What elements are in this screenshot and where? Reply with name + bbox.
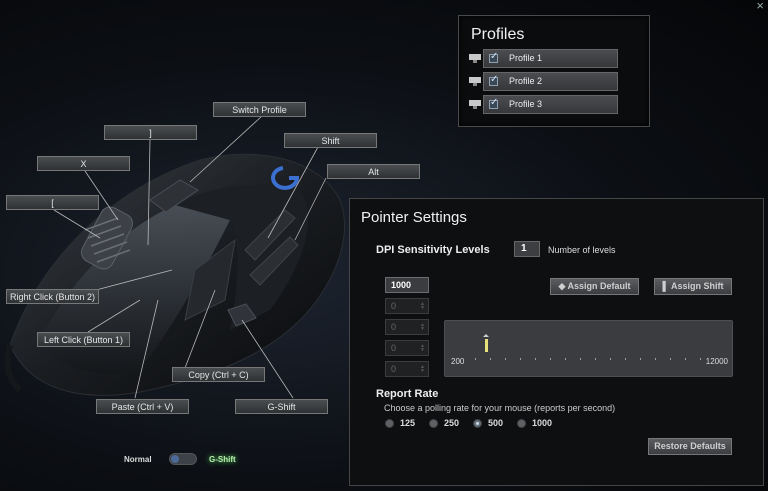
spinner-icon[interactable]: ▲ ▼ bbox=[420, 365, 425, 374]
monitor-icon bbox=[469, 100, 481, 109]
dpi-level-3-value: 0 bbox=[391, 322, 397, 332]
rate-label-500: 500 bbox=[488, 418, 504, 428]
callout-paste[interactable]: Paste (Ctrl + V) bbox=[96, 399, 189, 414]
callout-switch-profile[interactable]: Switch Profile bbox=[213, 102, 306, 117]
profile-checkbox-2[interactable] bbox=[489, 74, 498, 86]
callout-right-click[interactable]: Right Click (Button 2) bbox=[6, 289, 99, 304]
report-rate-description: Choose a polling rate for your mouse (re… bbox=[384, 403, 616, 413]
spinner-icon[interactable]: ▲ ▼ bbox=[420, 344, 425, 353]
monitor-icon bbox=[469, 54, 481, 63]
dpi-slider[interactable]: 200 12000 bbox=[444, 320, 733, 377]
levels-count-label: Number of levels bbox=[548, 245, 616, 255]
dpi-level-3-field[interactable]: 0 ▲ ▼ bbox=[385, 319, 429, 335]
dpi-slider-track bbox=[475, 334, 701, 360]
slider-min-label: 200 bbox=[451, 357, 465, 366]
dpi-level-1-field[interactable]: 1000 bbox=[385, 277, 429, 293]
radio-icon[interactable] bbox=[517, 419, 526, 428]
profile-item-2[interactable]: Profile 2 bbox=[483, 72, 618, 91]
dpi-level-2-value: 0 bbox=[391, 301, 397, 311]
profile-item-1[interactable]: Profile 1 bbox=[483, 49, 618, 68]
profile-item-3[interactable]: Profile 3 bbox=[483, 95, 618, 114]
dpi-marker-icon bbox=[483, 334, 489, 352]
report-rate-label: Report Rate bbox=[376, 388, 439, 400]
restore-defaults-button[interactable]: Restore Defaults bbox=[648, 438, 732, 455]
mode-toggle-switch[interactable] bbox=[169, 453, 197, 465]
rate-label-125: 125 bbox=[400, 418, 416, 428]
diamond-icon: ◆ bbox=[558, 281, 568, 291]
dpi-level-4-value: 0 bbox=[391, 343, 397, 353]
dpi-level-4-field[interactable]: 0 ▲ ▼ bbox=[385, 340, 429, 356]
callout-alt[interactable]: Alt bbox=[327, 164, 420, 179]
radio-icon[interactable] bbox=[385, 419, 394, 428]
radio-selected-icon[interactable] bbox=[473, 419, 482, 428]
mode-gshift-label[interactable]: G-Shift bbox=[209, 455, 236, 464]
profile-label-1: Profile 1 bbox=[509, 53, 543, 63]
dpi-level-5-value: 0 bbox=[391, 364, 397, 374]
pointer-settings-title: Pointer Settings bbox=[361, 209, 467, 226]
callout-gshift[interactable]: G-Shift bbox=[235, 399, 328, 414]
dpi-level-1-value: 1000 bbox=[391, 280, 412, 290]
radio-icon[interactable] bbox=[429, 419, 438, 428]
levels-count-input[interactable]: 1 bbox=[514, 241, 540, 257]
assign-shift-button[interactable]: ▌ Assign Shift bbox=[654, 278, 732, 295]
mode-normal-label[interactable]: Normal bbox=[124, 455, 152, 464]
dpi-level-2-field[interactable]: 0 ▲ ▼ bbox=[385, 298, 429, 314]
dpi-levels-label: DPI Sensitivity Levels bbox=[376, 244, 490, 256]
profiles-title: Profiles bbox=[471, 26, 525, 43]
callout-shift[interactable]: Shift bbox=[284, 133, 377, 148]
profile-checkbox-1[interactable] bbox=[489, 51, 498, 63]
spinner-icon[interactable]: ▲ ▼ bbox=[420, 302, 425, 311]
profiles-panel: Profiles Profile 1 Profile 2 Profile 3 bbox=[458, 15, 650, 127]
callout-bracket-left[interactable]: [ bbox=[6, 195, 99, 210]
profile-label-2: Profile 2 bbox=[509, 76, 543, 86]
bar-icon: ▌ bbox=[662, 281, 672, 291]
assign-shift-label: Assign Shift bbox=[671, 281, 724, 291]
profile-checkbox-3[interactable] bbox=[489, 97, 498, 109]
monitor-icon bbox=[469, 77, 481, 86]
pointer-settings-panel: Pointer Settings DPI Sensitivity Levels … bbox=[349, 198, 764, 486]
callout-left-click[interactable]: Left Click (Button 1) bbox=[37, 332, 130, 347]
rate-label-250: 250 bbox=[444, 418, 460, 428]
assign-default-label: Assign Default bbox=[567, 281, 631, 291]
spinner-icon[interactable]: ▲ ▼ bbox=[420, 323, 425, 332]
assign-default-button[interactable]: ◆ Assign Default bbox=[550, 278, 639, 295]
callout-copy[interactable]: Copy (Ctrl + C) bbox=[172, 367, 265, 382]
slider-max-label: 12000 bbox=[705, 357, 728, 366]
callout-x[interactable]: X bbox=[37, 156, 130, 171]
toggle-knob bbox=[171, 455, 179, 463]
dpi-level-5-field[interactable]: 0 ▲ ▼ bbox=[385, 361, 429, 377]
rate-label-1000: 1000 bbox=[532, 418, 553, 428]
callout-bracket-right[interactable]: ] bbox=[104, 125, 197, 140]
profile-label-3: Profile 3 bbox=[509, 99, 543, 109]
